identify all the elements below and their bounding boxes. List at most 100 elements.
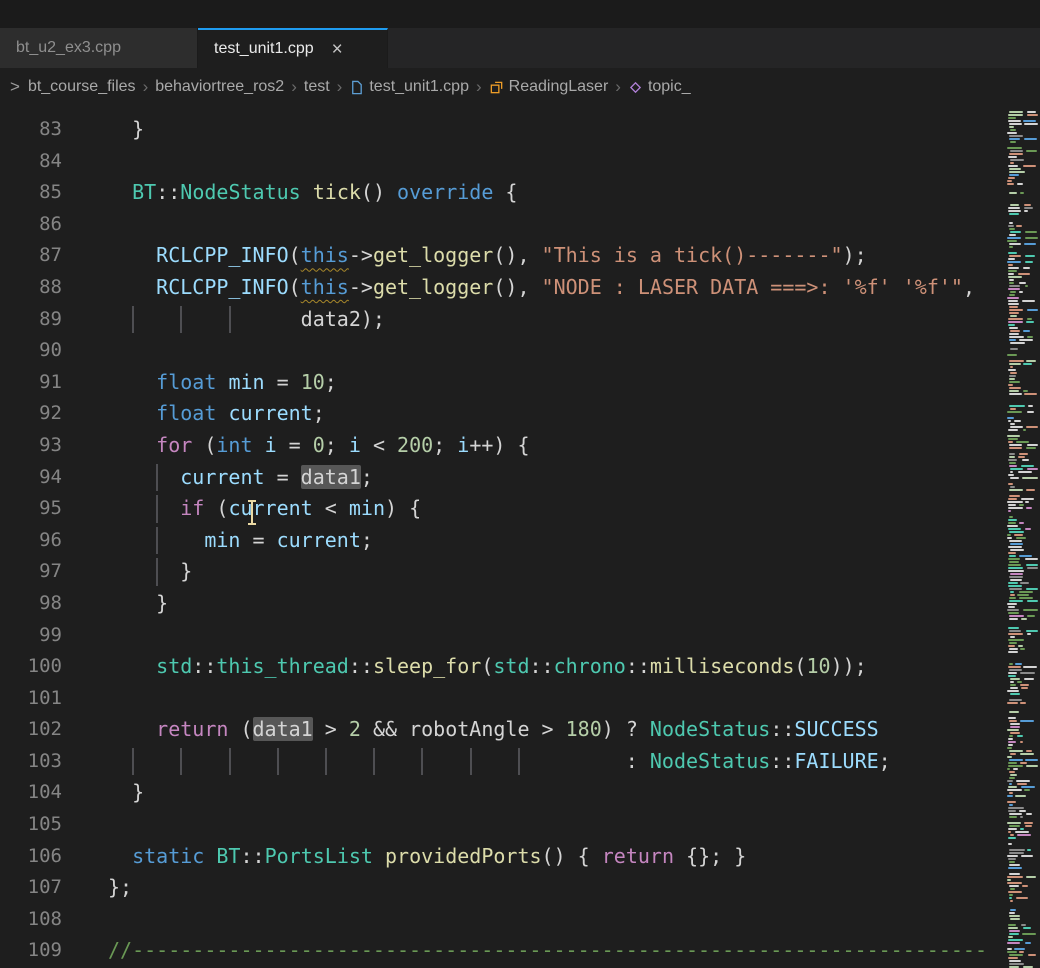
line-number[interactable]: 86 [0, 209, 62, 241]
code-line[interactable]: 83 } [0, 114, 1005, 146]
code-line[interactable]: 106 static BT::PortsList providedPorts()… [0, 841, 1005, 873]
line-number[interactable]: 102 [0, 714, 62, 746]
line-number[interactable]: 97 [0, 556, 62, 588]
code-token: NodeStatus [650, 717, 770, 741]
tab-bt-u2-ex3-cpp[interactable]: bt_u2_ex3.cpp [0, 28, 198, 68]
line-number[interactable]: 99 [0, 620, 62, 652]
code-token: NodeStatus [180, 180, 300, 204]
close-icon[interactable]: × [332, 40, 343, 59]
code-token: min [349, 496, 385, 520]
code-token: override [397, 180, 493, 204]
line-number[interactable]: 106 [0, 841, 62, 873]
code-token: data1 [253, 717, 313, 741]
line-number[interactable]: 83 [0, 114, 62, 146]
code-line[interactable]: 100 std::this_thread::sleep_for(std::chr… [0, 651, 1005, 683]
line-number[interactable]: 92 [0, 398, 62, 430]
code-token: ; [433, 433, 457, 457]
line-number[interactable]: 93 [0, 430, 62, 462]
code-token: i [349, 433, 361, 457]
line-number[interactable]: 101 [0, 683, 62, 715]
breadcrumb-item-behaviortree-ros2[interactable]: behaviortree_ros2 [155, 78, 284, 96]
code-line[interactable]: 107}; [0, 872, 1005, 904]
line-content: //--------------------------------------… [108, 935, 987, 967]
code-token [216, 370, 228, 394]
code-token: ( [289, 243, 301, 267]
line-number[interactable]: 98 [0, 588, 62, 620]
code-token [204, 844, 216, 868]
line-number[interactable]: 109 [0, 935, 62, 967]
line-number[interactable]: 103 [0, 746, 62, 778]
code-token: = [265, 370, 301, 394]
code-line[interactable]: 99 [0, 620, 1005, 652]
code-line[interactable]: 91 float min = 10; [0, 367, 1005, 399]
code-token: 2 [349, 717, 361, 741]
code-line[interactable]: 84 [0, 146, 1005, 178]
code-line[interactable]: 93 for (int i = 0; i < 200; i++) { [0, 430, 1005, 462]
line-content: return (data1 > 2 && robotAngle > 180) ?… [108, 714, 879, 746]
code-token: ) ? [602, 717, 650, 741]
code-token: ( [289, 275, 301, 299]
code-line[interactable]: 97 } [0, 556, 1005, 588]
line-number[interactable]: 95 [0, 493, 62, 525]
line-number[interactable]: 87 [0, 240, 62, 272]
line-content: static BT::PortsList providedPorts() { r… [108, 841, 746, 873]
line-number[interactable]: 96 [0, 525, 62, 557]
code-line[interactable]: 102 return (data1 > 2 && robotAngle > 18… [0, 714, 1005, 746]
code-token: )); [831, 654, 867, 678]
line-number[interactable]: 104 [0, 777, 62, 809]
line-number[interactable]: 85 [0, 177, 62, 209]
code-token: tick [313, 180, 361, 204]
line-number[interactable]: 94 [0, 462, 62, 494]
line-number[interactable]: 107 [0, 872, 62, 904]
code-token: :: [240, 844, 264, 868]
breadcrumb-item-bt-course-files[interactable]: bt_course_files [28, 78, 136, 96]
indent-guide-line [518, 748, 520, 776]
line-content: std::this_thread::sleep_for(std::chrono:… [108, 651, 867, 683]
line-number[interactable]: 105 [0, 809, 62, 841]
code-token: min [204, 528, 240, 552]
code-line[interactable]: 96 min = current; [0, 525, 1005, 557]
indent-guide-line [325, 748, 327, 776]
code-token: this [301, 243, 349, 267]
code-line[interactable]: 104 } [0, 777, 1005, 809]
minimap[interactable] [1005, 106, 1040, 968]
code-line[interactable]: 94 current = data1; [0, 462, 1005, 494]
code-line[interactable]: 101 [0, 683, 1005, 715]
code-line[interactable]: 88 RCLCPP_INFO(this->get_logger(), "NODE… [0, 272, 1005, 304]
code-line[interactable]: 92 float current; [0, 398, 1005, 430]
code-token: ); [843, 243, 867, 267]
line-number[interactable]: 108 [0, 904, 62, 936]
code-line[interactable]: 109 //-----------------------------------… [0, 935, 1005, 967]
breadcrumb-item-test-unit1-cpp[interactable]: test_unit1.cpp [349, 78, 469, 96]
code-token: SUCCESS [794, 717, 878, 741]
code-line[interactable]: 89 data2); [0, 304, 1005, 336]
line-number[interactable]: 100 [0, 651, 62, 683]
breadcrumb-item-readinglaser[interactable]: ReadingLaser [489, 78, 609, 96]
breadcrumb-item-topic[interactable]: topic_ [628, 78, 691, 96]
line-number[interactable]: 91 [0, 367, 62, 399]
code-line[interactable]: 90 [0, 335, 1005, 367]
code-token: ; [313, 401, 325, 425]
code-token: {}; } [674, 844, 746, 868]
code-line[interactable]: 87 RCLCPP_INFO(this->get_logger(), "This… [0, 240, 1005, 272]
line-number[interactable]: 89 [0, 304, 62, 336]
line-number[interactable]: 84 [0, 146, 62, 178]
code-line[interactable]: 105 [0, 809, 1005, 841]
code-line[interactable]: 86 [0, 209, 1005, 241]
code-line[interactable]: 108 [0, 904, 1005, 936]
code-token: && robotAngle > [361, 717, 566, 741]
code-line[interactable]: 103 : NodeStatus::FAILURE; [0, 746, 1005, 778]
code-token: ) { [385, 496, 421, 520]
code-token [108, 654, 156, 678]
line-number[interactable]: 88 [0, 272, 62, 304]
code-line[interactable]: 85 BT::NodeStatus tick() override { [0, 177, 1005, 209]
breadcrumb-separator-icon: › [143, 77, 149, 97]
tab-bar: bt_u2_ex3.cpp test_unit1.cpp × [0, 28, 1040, 68]
tab-test-unit1-cpp[interactable]: test_unit1.cpp × [198, 28, 388, 68]
code-line[interactable]: 98 } [0, 588, 1005, 620]
code-token: 200 [397, 433, 433, 457]
breadcrumb-item-test[interactable]: test [304, 78, 330, 96]
line-number[interactable]: 90 [0, 335, 62, 367]
breadcrumb-separator-icon: › [615, 77, 621, 97]
code-line[interactable]: 95 if (current < min) { [0, 493, 1005, 525]
